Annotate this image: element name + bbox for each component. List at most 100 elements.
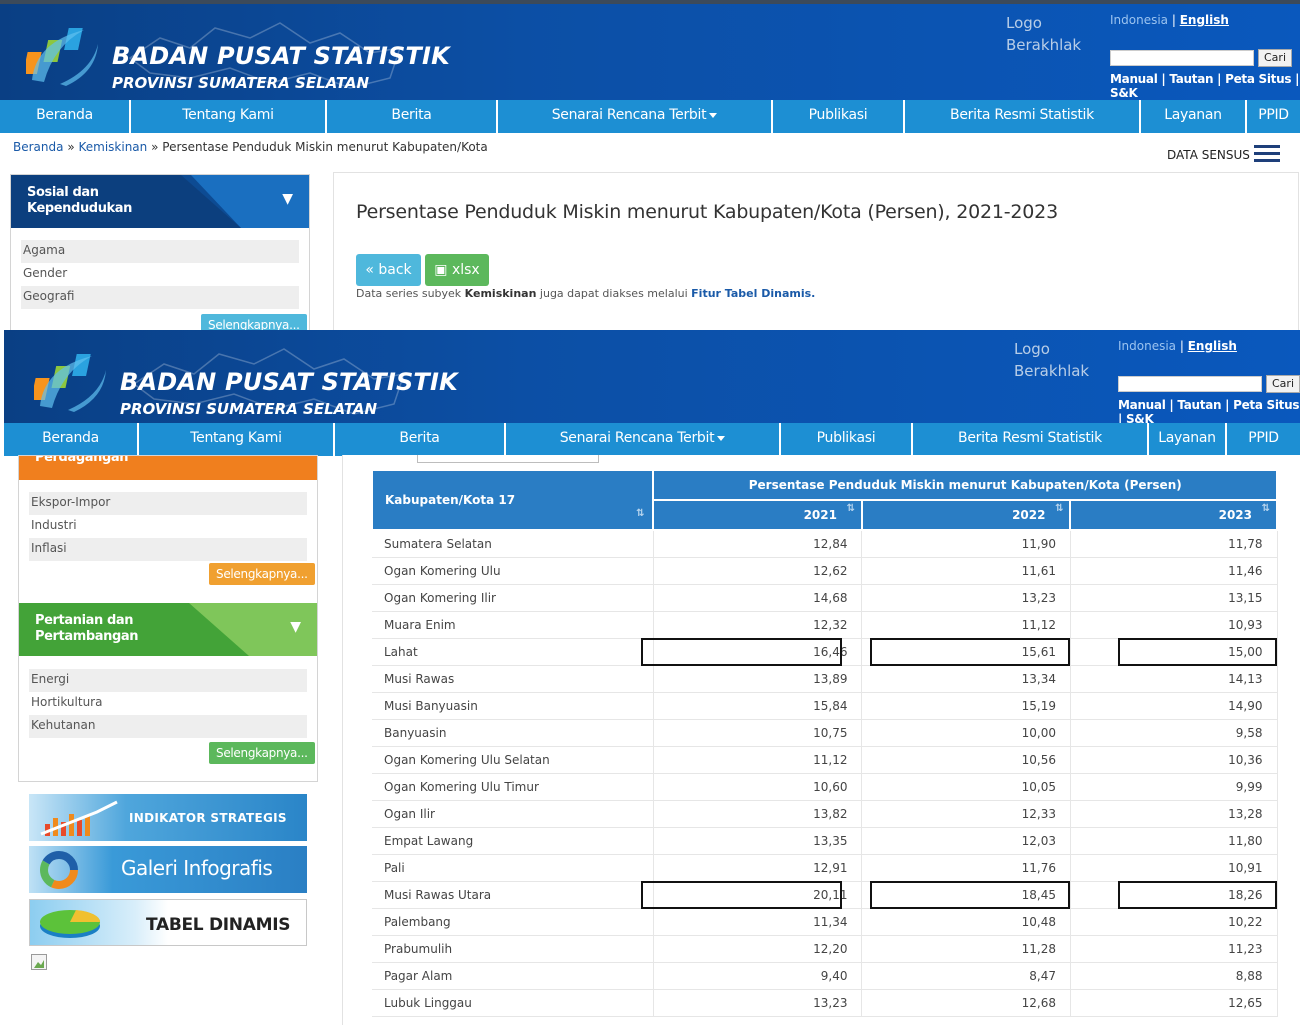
xlsx-download-button[interactable]: ▣ xlsx	[425, 254, 489, 286]
category-header[interactable]: Sosial dan Kependudukan ▼	[11, 175, 309, 228]
sidebar-categories: Perdagangan Ekspor-Impor Industri Inflas…	[18, 455, 318, 782]
tabel-dinamis-link[interactable]: Fitur Tabel Dinamis.	[691, 287, 815, 300]
region-cell: Musi Rawas Utara	[372, 881, 654, 909]
nav-layanan[interactable]: Layanan	[1149, 423, 1227, 456]
nav-ppid[interactable]: PPID	[1227, 423, 1300, 456]
banner-label: INDIKATOR STRATEGIS	[129, 811, 287, 825]
data-sensus-label[interactable]: DATA SENSUS	[1167, 148, 1250, 162]
lang-indonesia-link[interactable]: Indonesia	[1110, 13, 1168, 27]
value-cell: 12,68	[861, 989, 1071, 1017]
table-row: Ogan Komering Ilir 14,68 13,23 13,15	[372, 584, 1278, 612]
category-header-agri[interactable]: Pertanian dan Pertambangan ▼	[19, 603, 317, 656]
sort-icon[interactable]: ⇅	[636, 508, 644, 519]
region-cell: Musi Banyuasin	[372, 692, 654, 720]
nav-senarai[interactable]: Senarai Rencana Terbit	[506, 423, 781, 456]
region-cell: Sumatera Selatan	[372, 530, 654, 558]
value-cell: 12,33	[861, 800, 1071, 828]
sort-icon[interactable]: ⇅	[1055, 503, 1063, 514]
search-button[interactable]: Cari	[1266, 375, 1300, 393]
nav-brs[interactable]: Berita Resmi Statistik	[913, 423, 1149, 456]
hamburger-menu-icon[interactable]	[1254, 145, 1280, 163]
value-cell: 12,32	[653, 611, 863, 639]
nav-berita[interactable]: Berita	[335, 423, 506, 456]
list-item[interactable]: Geografi	[21, 286, 299, 309]
select-dropdown[interactable]	[417, 455, 599, 463]
list-item[interactable]: Kehutanan	[29, 715, 307, 738]
value-cell: 9,99	[1070, 773, 1278, 801]
nav-beranda[interactable]: Beranda	[4, 423, 139, 456]
site-subtitle: PROVINSI SUMATERA SELATAN	[112, 74, 370, 92]
more-button[interactable]: Selengkapnya...	[209, 742, 315, 764]
bps-logo-icon	[26, 28, 98, 86]
nav-senarai[interactable]: Senarai Rencana Terbit	[498, 100, 773, 133]
highlight-box	[1118, 638, 1277, 666]
list-item[interactable]: Agama	[21, 240, 299, 263]
column-header-year[interactable]: 2022 ⇅	[860, 499, 1072, 531]
data-table: Kabupaten/Kota 17 ⇅ Persentase Penduduk …	[370, 469, 1278, 1017]
search-button[interactable]: Cari	[1258, 49, 1292, 67]
sidebar-category-social: Sosial dan Kependudukan ▼ Agama Gender G…	[10, 174, 310, 336]
sort-icon[interactable]: ⇅	[847, 503, 855, 514]
value-cell: 12,65	[1070, 989, 1278, 1017]
list-item[interactable]: Hortikultura	[29, 692, 307, 715]
value-cell: 12,62	[653, 557, 863, 585]
region-cell: Empat Lawang	[372, 827, 654, 855]
nav-publikasi[interactable]: Publikasi	[773, 100, 905, 133]
more-button[interactable]: Selengkapnya...	[209, 563, 315, 585]
category-list: Agama Gender Geografi	[11, 228, 309, 309]
value-cell: 10,48	[861, 908, 1071, 936]
table-row: Ogan Komering Ulu 12,62 11,61 11,46	[372, 557, 1278, 585]
breadcrumb-current: Persentase Penduduk Miskin menurut Kabup…	[162, 140, 488, 154]
content-panel: Persentase Penduduk Miskin menurut Kabup…	[333, 172, 1299, 332]
region-cell: Palembang	[372, 908, 654, 936]
nav-tentang-kami[interactable]: Tentang Kami	[139, 423, 335, 456]
banner-label: Galeri Infografis	[121, 856, 273, 880]
nav-senarai-label: Senarai Rencana Terbit	[559, 430, 715, 446]
list-item[interactable]: Energi	[29, 669, 307, 692]
column-header-year[interactable]: 2021 ⇅	[652, 499, 863, 531]
region-cell: Muara Enim	[372, 611, 654, 639]
nav-publikasi[interactable]: Publikasi	[781, 423, 913, 456]
spreadsheet-icon: ▣	[434, 262, 448, 278]
broken-image-icon	[31, 954, 47, 970]
utility-links[interactable]: Manual | Tautan | Peta Situs | S&K	[1118, 398, 1300, 426]
highlight-box	[641, 638, 842, 666]
table-row: Musi Rawas 13,89 13,34 14,13	[372, 665, 1278, 693]
sort-icon[interactable]: ⇅	[1262, 503, 1270, 514]
list-item[interactable]: Gender	[21, 263, 299, 286]
category-title: Perdagangan	[35, 456, 129, 465]
list-item[interactable]: Ekspor-Impor	[29, 492, 307, 515]
search-input[interactable]	[1118, 376, 1262, 392]
nav-berita[interactable]: Berita	[327, 100, 498, 133]
column-header-region[interactable]: Kabupaten/Kota 17 ⇅	[370, 469, 655, 531]
breadcrumb-category[interactable]: Kemiskinan	[78, 140, 147, 154]
lang-indonesia-link[interactable]: Indonesia	[1118, 339, 1176, 353]
nav-brs[interactable]: Berita Resmi Statistik	[905, 100, 1141, 133]
nav-layanan[interactable]: Layanan	[1141, 100, 1247, 133]
banner-indikator-strategis[interactable]: INDIKATOR STRATEGIS	[29, 794, 307, 841]
value-cell: 11,46	[1070, 557, 1278, 585]
category-list: Ekspor-Impor Industri Inflasi	[29, 492, 307, 561]
lang-english-link[interactable]: English	[1188, 339, 1237, 353]
nav-beranda[interactable]: Beranda	[0, 100, 131, 133]
value-cell: 15,19	[861, 692, 1071, 720]
nav-tentang-kami[interactable]: Tentang Kami	[131, 100, 327, 133]
search-input[interactable]	[1110, 50, 1254, 66]
back-button[interactable]: « back	[356, 254, 421, 286]
value-cell: 10,60	[653, 773, 863, 801]
list-item[interactable]: Inflasi	[29, 538, 307, 561]
list-item[interactable]: Industri	[29, 515, 307, 538]
region-cell: Musi Rawas	[372, 665, 654, 693]
category-header-trade[interactable]: Perdagangan	[19, 456, 317, 480]
column-group-header: Persentase Penduduk Miskin menurut Kabup…	[652, 469, 1278, 501]
banner-galeri-infografis[interactable]: Galeri Infografis	[29, 846, 307, 893]
table-row: Prabumulih 12,20 11,28 11,23	[372, 935, 1278, 963]
column-header-year[interactable]: 2023 ⇅	[1069, 499, 1278, 531]
lang-english-link[interactable]: English	[1180, 13, 1229, 27]
breadcrumb-home[interactable]: Beranda	[13, 140, 63, 154]
table-row: Banyuasin 10,75 10,00 9,58	[372, 719, 1278, 747]
site-title: BADAN PUSAT STATISTIK	[120, 368, 458, 396]
utility-links[interactable]: Manual | Tautan | Peta Situs | S&K	[1110, 72, 1300, 100]
nav-ppid[interactable]: PPID	[1247, 100, 1300, 133]
banner-tabel-dinamis[interactable]: TABEL DINAMIS	[29, 899, 307, 946]
